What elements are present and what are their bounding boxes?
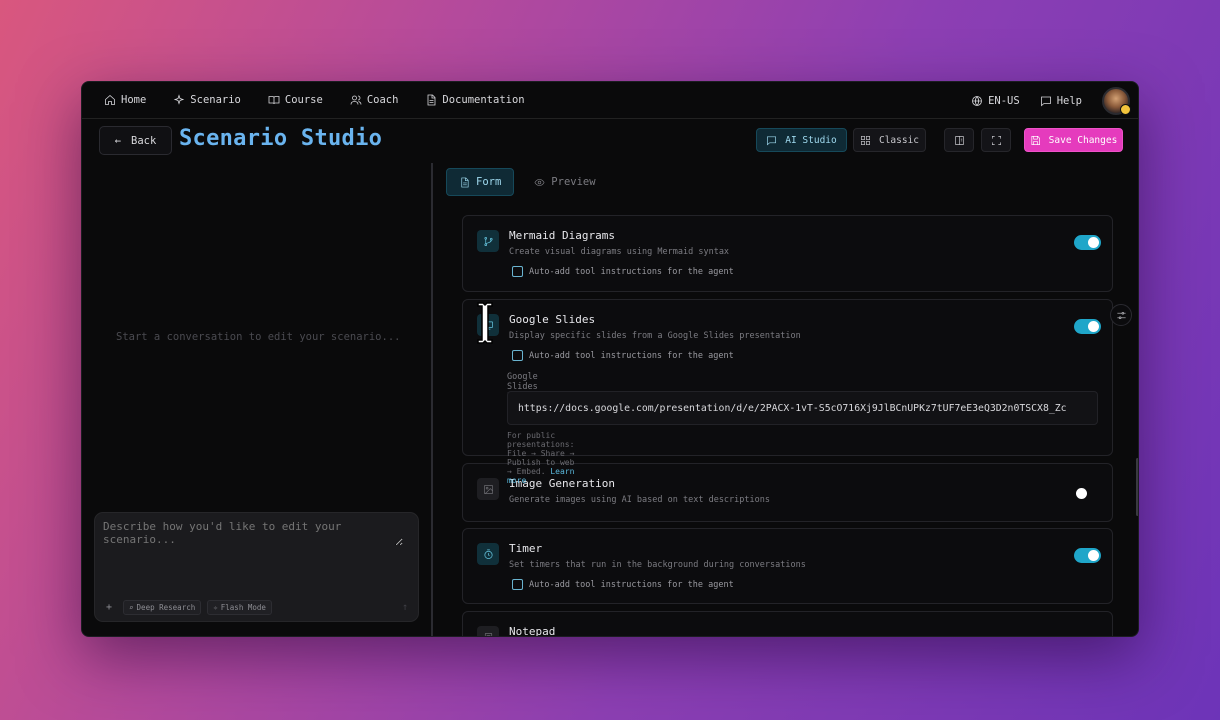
- deep-research-label: Deep Research: [136, 603, 196, 612]
- mermaid-toggle[interactable]: [1074, 235, 1101, 250]
- auto-add-row[interactable]: Auto-add tool instructions for the agent: [512, 350, 734, 361]
- users-icon: [350, 95, 362, 105]
- search-icon: ⌕: [129, 603, 134, 612]
- card-title: Notepad: [509, 625, 556, 637]
- language-label: EN-US: [988, 94, 1020, 107]
- file-text-icon: [461, 177, 469, 187]
- help-button[interactable]: Help: [1040, 95, 1082, 107]
- google-slides-toggle[interactable]: [1074, 319, 1101, 334]
- notepad-icon: [477, 626, 499, 636]
- tool-card-timer: Timer Set timers that run in the backgro…: [462, 528, 1113, 604]
- save-label: Save Changes: [1048, 134, 1118, 146]
- book-open-icon: [268, 96, 280, 105]
- pane-divider[interactable]: [431, 163, 433, 636]
- message-square-icon: [1040, 96, 1051, 106]
- url-hint: For public presentations: File → Share →…: [507, 431, 574, 485]
- page-header: ← Back Scenario Studio AI Studio Classic…: [82, 119, 1138, 163]
- nav-label: Home: [121, 94, 147, 106]
- card-title: Google Slides: [509, 313, 596, 326]
- card-description: Set timers that run in the background du…: [509, 560, 806, 570]
- nav-item-documentation[interactable]: Documentation: [425, 94, 525, 106]
- nav-item-coach[interactable]: Coach: [350, 94, 399, 106]
- top-nav: Home Scenario Course Coach Documentation…: [82, 82, 1138, 119]
- nav-label: Coach: [366, 94, 399, 106]
- nav-label: Scenario: [190, 94, 241, 106]
- save-icon: [1031, 135, 1040, 145]
- chat-pane: Start a conversation to edit your scenar…: [82, 163, 432, 636]
- home-icon: [105, 94, 115, 105]
- google-slides-url-input[interactable]: https://docs.google.com/presentation/d/e…: [507, 391, 1098, 425]
- classic-button[interactable]: Classic: [853, 128, 926, 152]
- nav-item-course[interactable]: Course: [268, 94, 323, 106]
- arrow-left-icon: ←: [114, 134, 122, 147]
- empty-chat-message: Start a conversation to edit your scenar…: [116, 331, 401, 343]
- flash-mode-button[interactable]: ✧ Flash Mode: [207, 600, 272, 615]
- flash-mode-label: Flash Mode: [220, 603, 266, 612]
- editor-tabs: Form Preview: [446, 168, 608, 196]
- classic-label: Classic: [878, 134, 920, 146]
- tab-label: Form: [476, 176, 502, 188]
- grid-icon: [861, 135, 870, 145]
- image-icon: [477, 478, 499, 500]
- text-cursor-icon: [477, 302, 493, 344]
- tab-form[interactable]: Form: [446, 168, 515, 196]
- app-window: Home Scenario Course Coach Documentation…: [81, 81, 1139, 637]
- card-title: Mermaid Diagrams: [509, 229, 615, 242]
- settings-toggle-handle[interactable]: [1110, 304, 1132, 326]
- auto-add-label: Auto-add tool instructions for the agent: [529, 579, 734, 590]
- language-selector[interactable]: EN-US: [971, 95, 1020, 107]
- auto-add-checkbox[interactable]: [512, 350, 523, 361]
- send-button[interactable]: ↑: [402, 602, 408, 613]
- timer-icon: [477, 543, 499, 565]
- sparkle-icon: ✧: [213, 603, 218, 612]
- avatar[interactable]: [1102, 86, 1131, 115]
- eye-icon: [534, 178, 545, 186]
- chat-composer: + ⌕ Deep Research ✧ Flash Mode ↑: [94, 512, 419, 622]
- scrollbar-thumb[interactable]: [1136, 458, 1138, 516]
- status-badge-icon: [1120, 103, 1131, 115]
- auto-add-checkbox[interactable]: [512, 579, 523, 590]
- timer-toggle[interactable]: [1074, 548, 1101, 563]
- nav-item-home[interactable]: Home: [104, 94, 146, 106]
- ai-studio-label: AI Studio: [785, 134, 837, 146]
- tool-card-mermaid: Mermaid Diagrams Create visual diagrams …: [462, 215, 1113, 292]
- card-description: Generate images using AI based on text d…: [509, 495, 770, 505]
- file-text-icon: [428, 94, 436, 106]
- nav-label: Course: [284, 94, 323, 106]
- card-title: Timer: [509, 542, 543, 555]
- ai-studio-button[interactable]: AI Studio: [756, 128, 847, 152]
- back-label: Back: [131, 134, 157, 147]
- auto-add-row[interactable]: Auto-add tool instructions for the agent: [512, 266, 734, 277]
- tab-label: Preview: [551, 176, 596, 188]
- nav-right: EN-US Help: [971, 82, 1131, 119]
- git-branch-icon: [477, 230, 499, 252]
- deep-research-button[interactable]: ⌕ Deep Research: [123, 600, 202, 615]
- card-description: Display specific slides from a Google Sl…: [509, 331, 801, 341]
- back-button[interactable]: ← Back: [99, 126, 172, 155]
- sliders-icon: [1116, 311, 1126, 319]
- help-label: Help: [1056, 94, 1082, 107]
- auto-add-label: Auto-add tool instructions for the agent: [529, 266, 734, 277]
- save-changes-button[interactable]: Save Changes: [1024, 128, 1123, 152]
- toggle-panel-button[interactable]: [944, 128, 974, 152]
- tab-preview[interactable]: Preview: [522, 168, 607, 196]
- auto-add-row[interactable]: Auto-add tool instructions for the agent: [512, 579, 734, 590]
- chat-input[interactable]: [103, 520, 403, 546]
- add-attachment-button[interactable]: +: [101, 600, 117, 615]
- message-square-icon: [767, 135, 777, 145]
- auto-add-checkbox[interactable]: [512, 266, 523, 277]
- card-description: Create visual diagrams using Mermaid syn…: [509, 247, 730, 257]
- fullscreen-button[interactable]: [981, 128, 1011, 152]
- chat-tools: + ⌕ Deep Research ✧ Flash Mode: [101, 600, 272, 615]
- image-generation-toggle[interactable]: [1074, 486, 1101, 501]
- maximize-icon: [991, 135, 1001, 145]
- globe-icon: [972, 95, 982, 106]
- nav-label: Documentation: [442, 94, 525, 106]
- nav-item-scenario[interactable]: Scenario: [173, 94, 241, 106]
- tool-card-notepad: Notepad: [462, 611, 1113, 637]
- auto-add-label: Auto-add tool instructions for the agent: [529, 350, 734, 361]
- sparkles-icon: [174, 94, 185, 105]
- page-title: Scenario Studio: [179, 126, 383, 151]
- panel-icon: [954, 135, 964, 145]
